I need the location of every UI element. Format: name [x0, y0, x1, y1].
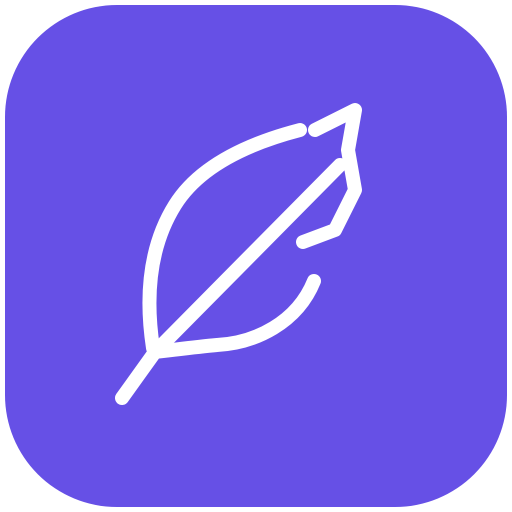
app-icon[interactable] — [5, 5, 507, 507]
app-icon-graphic — [5, 5, 507, 507]
canvas — [0, 0, 512, 512]
